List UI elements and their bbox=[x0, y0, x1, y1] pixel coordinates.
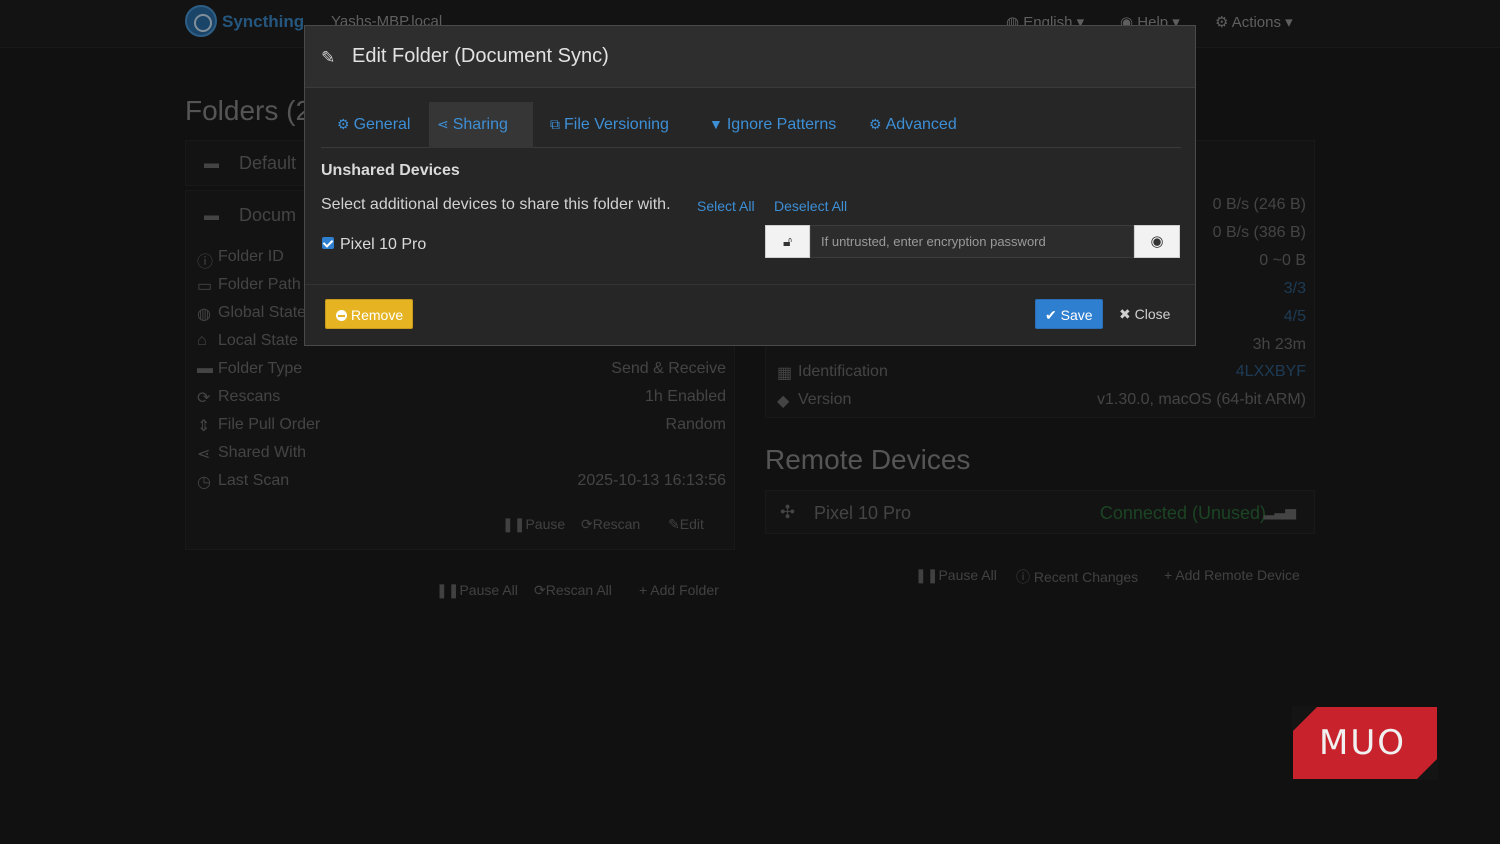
close-button-label: Close bbox=[1134, 306, 1171, 322]
tab-advanced[interactable]: ⚙ Advanced bbox=[861, 102, 965, 148]
device-checkbox[interactable] bbox=[322, 237, 334, 249]
remove-button[interactable]: Remove bbox=[325, 299, 413, 329]
modal-footer-divider bbox=[305, 284, 1195, 285]
muo-watermark-logo: MUO bbox=[1292, 706, 1438, 780]
encryption-password-group: 🔓︎ ◉ bbox=[765, 225, 1180, 258]
modal-header: ✎ Edit Folder (Document Sync) bbox=[305, 26, 1195, 88]
tab-ignore-patterns[interactable]: ▼ Ignore Patterns bbox=[701, 102, 844, 148]
filter-icon: ▼ bbox=[709, 116, 723, 132]
close-button[interactable]: ✖ Close bbox=[1113, 299, 1175, 329]
device-label[interactable]: Pixel 10 Pro bbox=[340, 236, 426, 254]
tab-file-versioning-label: File Versioning bbox=[564, 116, 669, 133]
share-instructions: Select additional devices to share this … bbox=[321, 196, 671, 213]
app-window: Syncthing Yashs-MBP.local ◍ English ▾ ◉ … bbox=[0, 0, 1500, 844]
check-icon: ✔ bbox=[1045, 307, 1061, 323]
remove-button-label: Remove bbox=[351, 307, 404, 323]
unlock-icon[interactable]: 🔓︎ bbox=[765, 225, 810, 258]
copy-icon: ⧉ bbox=[550, 116, 560, 132]
unshared-devices-heading: Unshared Devices bbox=[321, 162, 460, 179]
share-icon: ⋖ bbox=[437, 116, 449, 132]
tab-ignore-patterns-label: Ignore Patterns bbox=[726, 116, 837, 133]
deselect-all-link[interactable]: Deselect All bbox=[774, 198, 847, 214]
tab-general[interactable]: ⚙ General bbox=[329, 102, 418, 148]
tab-sharing[interactable]: ⋖ Sharing bbox=[429, 102, 533, 148]
save-button[interactable]: ✔ Save bbox=[1035, 299, 1103, 329]
cogs-icon: ⚙ bbox=[869, 116, 882, 132]
tab-advanced-label: Advanced bbox=[885, 116, 957, 133]
tab-general-label: General bbox=[353, 116, 411, 133]
tab-sharing-label: Sharing bbox=[452, 116, 508, 133]
pencil-icon: ✎ bbox=[321, 48, 336, 67]
watermark-text: MUO bbox=[1319, 723, 1406, 763]
modal-title: Edit Folder (Document Sync) bbox=[352, 45, 609, 67]
select-all-link[interactable]: Select All bbox=[697, 198, 755, 214]
edit-folder-modal: ✎ Edit Folder (Document Sync) ⚙ General ⋖… bbox=[304, 25, 1196, 346]
eye-icon[interactable]: ◉ bbox=[1134, 225, 1180, 258]
gear-icon: ⚙ bbox=[337, 116, 350, 132]
tab-file-versioning[interactable]: ⧉ File Versioning bbox=[542, 102, 677, 148]
save-button-label: Save bbox=[1060, 307, 1093, 323]
encryption-password-input[interactable] bbox=[810, 225, 1134, 258]
close-icon: ✖ bbox=[1119, 306, 1135, 322]
modal-tabs: ⚙ General ⋖ Sharing ⧉ File Versioning ▼ Igno… bbox=[321, 102, 1181, 148]
minus-circle-icon bbox=[336, 310, 347, 321]
